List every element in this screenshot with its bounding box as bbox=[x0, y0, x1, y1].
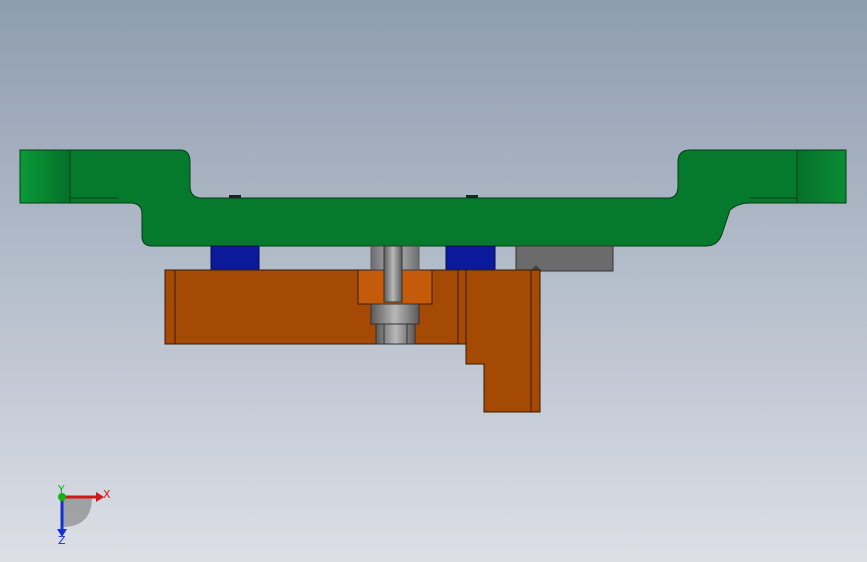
plate-screw-head-left[interactable] bbox=[229, 195, 241, 198]
z-axis-label: Z bbox=[58, 534, 66, 547]
pad-right[interactable] bbox=[445, 245, 496, 271]
plate-left-end[interactable] bbox=[19, 149, 71, 204]
plate-screw-head-right[interactable] bbox=[466, 195, 478, 198]
cad-viewport[interactable]: X Y Z bbox=[0, 0, 867, 562]
model-canvas[interactable]: X Y Z bbox=[0, 0, 867, 562]
bolt-nut[interactable] bbox=[375, 323, 416, 345]
x-axis-label: X bbox=[103, 488, 111, 501]
plate-right-end[interactable] bbox=[796, 149, 847, 204]
bolt-shank[interactable] bbox=[383, 245, 403, 303]
pad-left[interactable] bbox=[210, 245, 260, 271]
bolt-washer[interactable] bbox=[370, 303, 420, 325]
spacer-block[interactable] bbox=[515, 245, 614, 272]
y-axis-label: Y bbox=[57, 483, 65, 496]
